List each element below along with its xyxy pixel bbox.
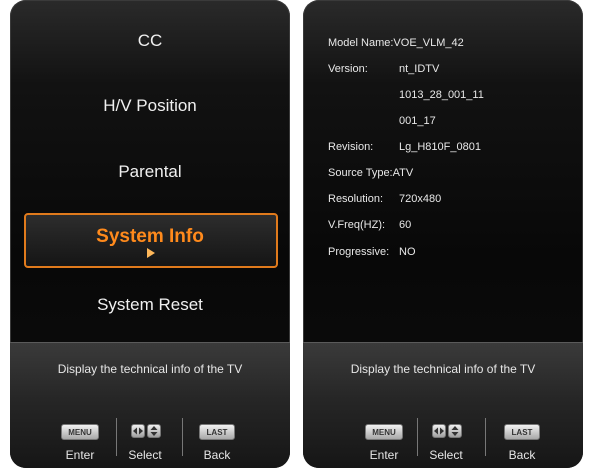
pointer-cursor-icon (147, 248, 155, 258)
last-key-icon[interactable]: LAST (199, 424, 235, 440)
divider (182, 418, 183, 456)
enter-label: Enter (65, 448, 95, 462)
divider (485, 418, 486, 456)
source-type-value: ATV (392, 167, 414, 179)
menu-key-icon[interactable]: MENU (61, 424, 99, 440)
model-name-value: VOE_VLM_42 (393, 37, 464, 49)
menu-key-icon[interactable]: MENU (365, 424, 403, 440)
version-value-line-3: 001_17 (399, 115, 436, 127)
menu-list: CC H/V Position Parental System Info Sys… (10, 0, 290, 342)
left-right-arrow-key-icon[interactable] (432, 424, 446, 438)
progressive-value: NO (399, 246, 416, 258)
resolution-value: 720x480 (399, 193, 442, 205)
menu-item-hv-position[interactable]: H/V Position (10, 96, 290, 116)
menu-item-system-reset[interactable]: System Reset (10, 295, 290, 315)
model-name-label: Model Name: (328, 37, 394, 49)
back-label: Back (203, 448, 231, 462)
system-info-panel: Model Name:VOE_VLM_42 Version: nt_IDTV 1… (303, 0, 583, 468)
version-value-line-2: 1013_28_001_11 (399, 89, 484, 101)
source-type-row: Source Type:ATV (328, 167, 413, 179)
settings-menu-panel: CC H/V Position Parental System Info Sys… (10, 0, 290, 468)
up-down-arrow-key-icon[interactable] (147, 424, 161, 438)
vfreq-label: V.Freq(HZ): (328, 219, 386, 231)
version-value-line-1: nt_IDTV (399, 63, 440, 75)
help-description: Display the technical info of the TV (57, 362, 243, 376)
up-down-arrow-key-icon[interactable] (448, 424, 462, 438)
source-type-label: Source Type: (328, 167, 393, 179)
resolution-label: Resolution: (328, 193, 384, 205)
menu-item-system-info[interactable]: System Info (10, 226, 290, 248)
select-label: Select (429, 448, 463, 462)
select-label: Select (128, 448, 162, 462)
vfreq-value: 60 (399, 219, 412, 231)
back-label: Back (508, 448, 536, 462)
help-description: Display the technical info of the TV (350, 362, 536, 376)
menu-item-parental[interactable]: Parental (10, 162, 290, 182)
last-key-icon[interactable]: LAST (504, 424, 540, 440)
system-info-list: Model Name:VOE_VLM_42 Version: nt_IDTV 1… (303, 0, 583, 342)
revision-value: Lg_H810F_0801 (399, 141, 481, 153)
enter-label: Enter (369, 448, 399, 462)
revision-label: Revision: (328, 141, 374, 153)
left-right-arrow-key-icon[interactable] (131, 424, 145, 438)
version-label: Version: (328, 63, 368, 75)
model-name-row: Model Name:VOE_VLM_42 (328, 37, 464, 49)
progressive-label: Progressive: (328, 246, 390, 258)
menu-item-cc[interactable]: CC (10, 31, 290, 51)
